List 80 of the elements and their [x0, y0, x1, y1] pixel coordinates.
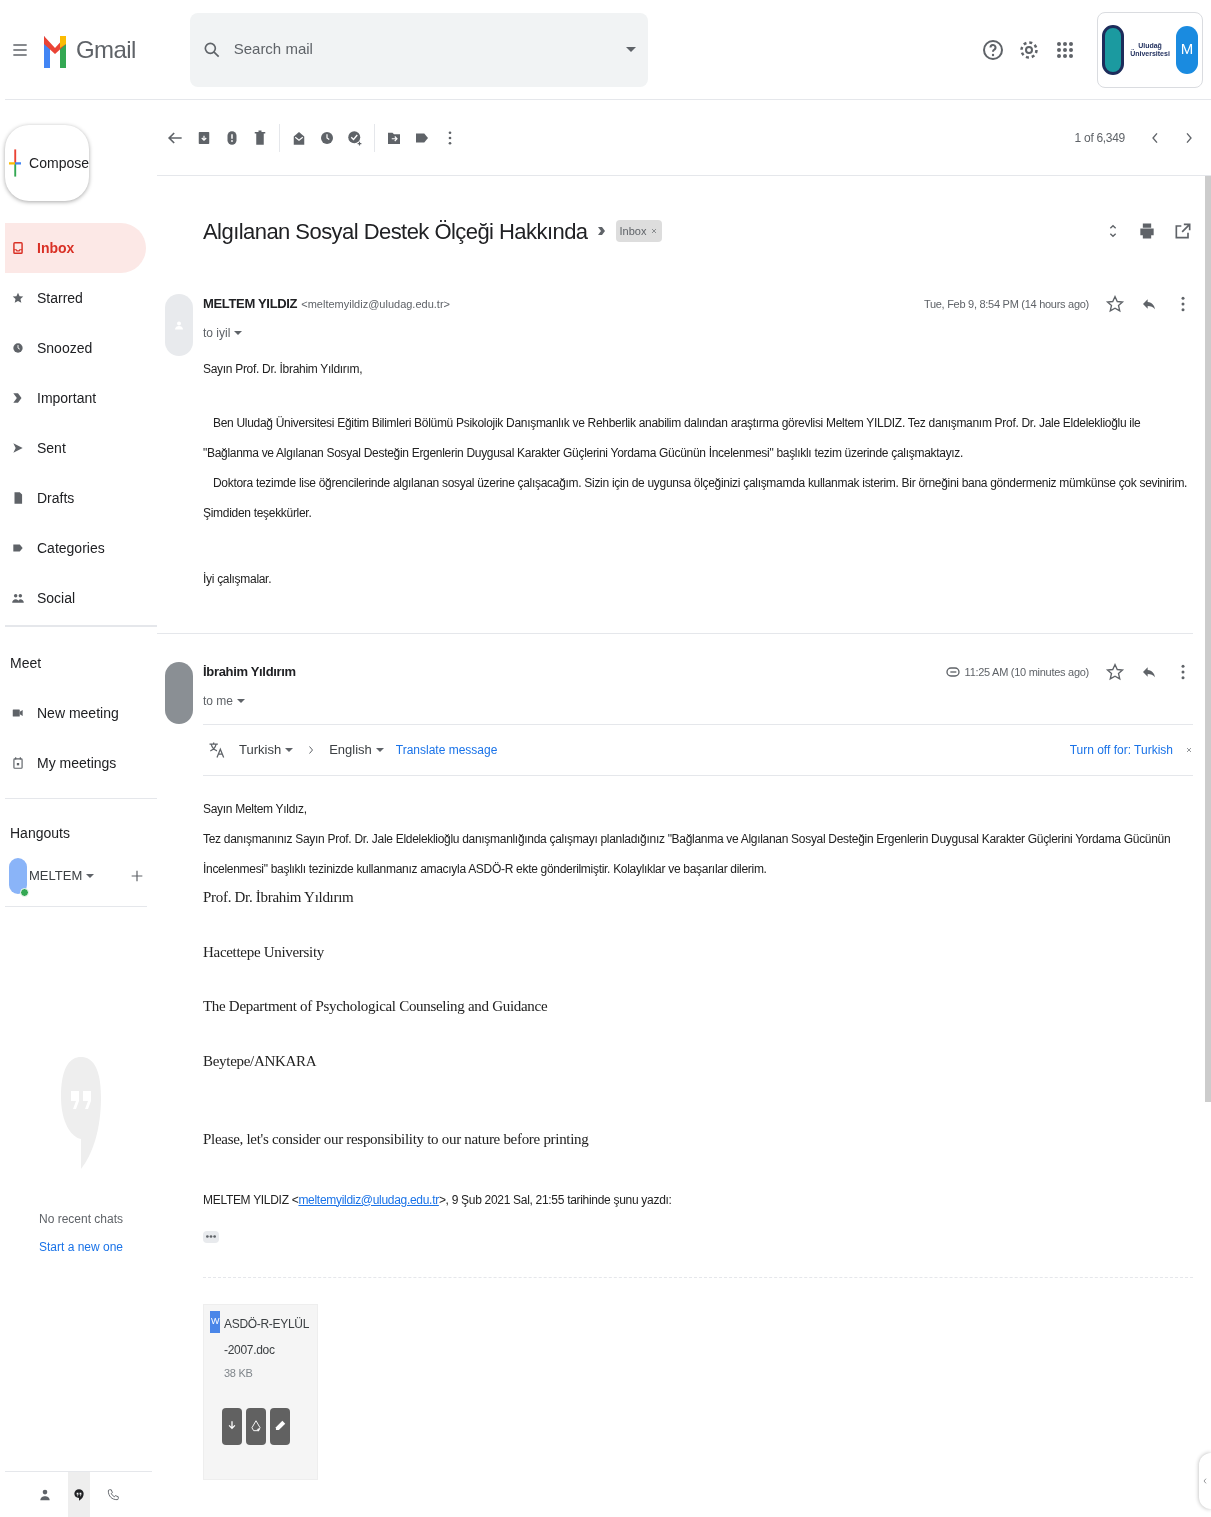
quote-bubble-tab[interactable]: [67, 1471, 90, 1517]
reply-icon[interactable]: [1141, 664, 1157, 680]
nav-item[interactable]: Snoozed: [5, 323, 146, 373]
source-language-dropdown[interactable]: Turkish: [239, 740, 294, 760]
email-link[interactable]: meltemyildiz@uludag.edu.tr: [298, 1192, 439, 1207]
recipient-button[interactable]: to iyil: [203, 324, 243, 342]
print-icon[interactable]: [1137, 221, 1157, 241]
close-icon[interactable]: [1185, 746, 1193, 754]
caret-icon: [285, 748, 294, 752]
nav-item[interactable]: Social: [5, 573, 146, 623]
message-paragraph: Sayın Meltem Yıldız,: [203, 801, 308, 818]
empty-chats-text: No recent chats: [37, 1211, 124, 1228]
drive-add-button[interactable]: [246, 1407, 266, 1445]
star-icon[interactable]: [1105, 662, 1125, 682]
message-paragraph: Ben Uludağ Üniversitesi Eğitim Bilimleri Bölümü Psikolojik Danışmanlık ve Rehberlik anabilim dalından araştırma görevlisi Meltem YILDIZ. Tez danışmanım Prof. Dr. Jale Eldeleklioğlu ile "Bağlanma ve Algılanan Sosyal Desteğin Ergenlerin Duygusal Karakter Güçlerini Yordama Gücünün İncelenmesi" başlıklı tezim üzerinde çalışmaktayız.: [203, 415, 1142, 462]
signature-line: Please, let's consider our responsibility to our nature before printing: [203, 1130, 590, 1149]
nav-item[interactable]: Important: [5, 373, 146, 423]
signature-line: Beytepe/ANKARA: [203, 1051, 318, 1071]
attachment-card[interactable]: W ASDÖ-R-EYLÜL-2007.doc 38 KB: [203, 1304, 318, 1480]
nav-item[interactable]: Inbox: [5, 223, 146, 273]
reply-icon[interactable]: [1141, 296, 1157, 312]
add-icon[interactable]: [129, 868, 145, 884]
meet-item[interactable]: New meeting: [5, 688, 157, 738]
inbox-label: Inbox: [615, 220, 663, 242]
sender-name: İbrahim Yıldırım: [203, 663, 296, 682]
caret-icon: [375, 748, 384, 752]
message-paragraph: Doktora tezimde lise öğrencilerinde algılanan sosyal üzerine çalışacağım. Sizin için de uygunsa ölçeğinizi çalışmamda kullanmak isterim. Bir örneğini bana göndermeniz mümkünse çok sevinirim. Şimdiden teşekkürler.: [203, 475, 1189, 522]
download-button[interactable]: [222, 1407, 242, 1445]
photo-placeholder: [165, 662, 193, 724]
message-text: Sayın Prof. Dr. İbrahim Yıldırım,: [203, 361, 364, 378]
pencil-button[interactable]: [270, 1407, 290, 1445]
star-icon[interactable]: [1105, 294, 1125, 314]
start-chat-link[interactable]: Start a new one: [5, 1238, 157, 1256]
emblem-icon: [1102, 24, 1124, 75]
app-name: Gmail: [76, 34, 136, 65]
side-panel-toggle[interactable]: [1199, 1453, 1211, 1509]
search-field[interactable]: Search mail: [189, 12, 648, 87]
caret-icon: [234, 331, 243, 335]
signature-line: Prof. Dr. İbrahim Yıldırım: [203, 888, 355, 907]
caret-icon: [86, 874, 95, 878]
caret-icon: [237, 699, 245, 703]
message-date: 11:25 AM (10 minutes ago): [964, 664, 1089, 680]
turn-off-translation-link[interactable]: Turn off for: Turkish: [1069, 741, 1173, 759]
new-window-icon[interactable]: [1173, 221, 1193, 241]
chevron-left-icon: [1201, 1475, 1209, 1487]
hangouts-user-button[interactable]: MELTEM: [29, 866, 95, 886]
translate-icon: [207, 740, 227, 760]
message-date: Tue, Feb 9, 8:54 PM (14 hours ago): [923, 296, 1089, 312]
help-icon[interactable]: [981, 37, 1005, 62]
email-subject: Algılanan Sosyal Destek Ölçeği Hakkında: [203, 217, 588, 246]
attachment-size: 38 KB: [224, 1366, 254, 1381]
meet-item[interactable]: My meetings: [5, 738, 157, 788]
nav-item[interactable]: Drafts: [5, 473, 146, 523]
sender-name: MELTEM YILDIZ: [203, 295, 298, 314]
inbox-icon: [11, 239, 25, 257]
ellipsis-icon: [206, 1235, 216, 1238]
quote-header: MELTEM YILDIZ <meltemyildiz@uludag.edu.tr>, 9 Şub 2021 Sal, 21:55 tarihinde şunu yazdı:: [203, 1191, 673, 1209]
account-avatar: M: [1176, 25, 1198, 74]
scrollbar[interactable]: [1205, 176, 1211, 1102]
compose-button[interactable]: Compose: [5, 125, 89, 201]
section-heading: Hangouts: [9, 824, 71, 843]
word-file-icon: W: [210, 1311, 220, 1333]
recipient-button[interactable]: to me: [203, 692, 245, 710]
signature-line: The Department of Psychological Counseling and Guidance: [203, 997, 549, 1016]
message-text: İyi çalışmalar.: [203, 571, 273, 588]
pager-text: 1 of 6,349: [1074, 129, 1125, 147]
target-language-dropdown[interactable]: English: [329, 740, 384, 760]
signature-line: Hacettepe University: [203, 942, 326, 962]
caret-icon: [625, 47, 636, 52]
attachment-name: ASDÖ-R-EYLÜL-2007.doc: [224, 1316, 311, 1359]
sender-email: <meltemyildiz@uludag.edu.tr>: [301, 296, 450, 312]
message-paragraph: Tez danışmanınız Sayın Prof. Dr. Jale Eldeleklioğlu danışmanlığında çalışmayı planladığınız "Bağlanma ve Algılanan Sosyal Desteğin Ergenlerin Duygusal Karakter Güçlerini Yordama Gücünün İncelenmesi" başlıklı tezinizde kullanmanız amacıyla ASDÖ-R ekte gönderilmiştir. Kolaylıklar ve başarılar dilerim.: [203, 831, 1172, 878]
nav-item[interactable]: Sent: [5, 423, 146, 473]
calendar-icon: [11, 754, 25, 772]
show-trimmed-content-button[interactable]: [203, 1230, 219, 1243]
search-input[interactable]: Search mail: [233, 38, 614, 61]
translate-link[interactable]: Translate message: [395, 741, 498, 759]
nav-item[interactable]: Starred: [5, 273, 146, 323]
section-heading: Meet: [9, 654, 43, 673]
nav-item[interactable]: Categories: [5, 523, 146, 573]
